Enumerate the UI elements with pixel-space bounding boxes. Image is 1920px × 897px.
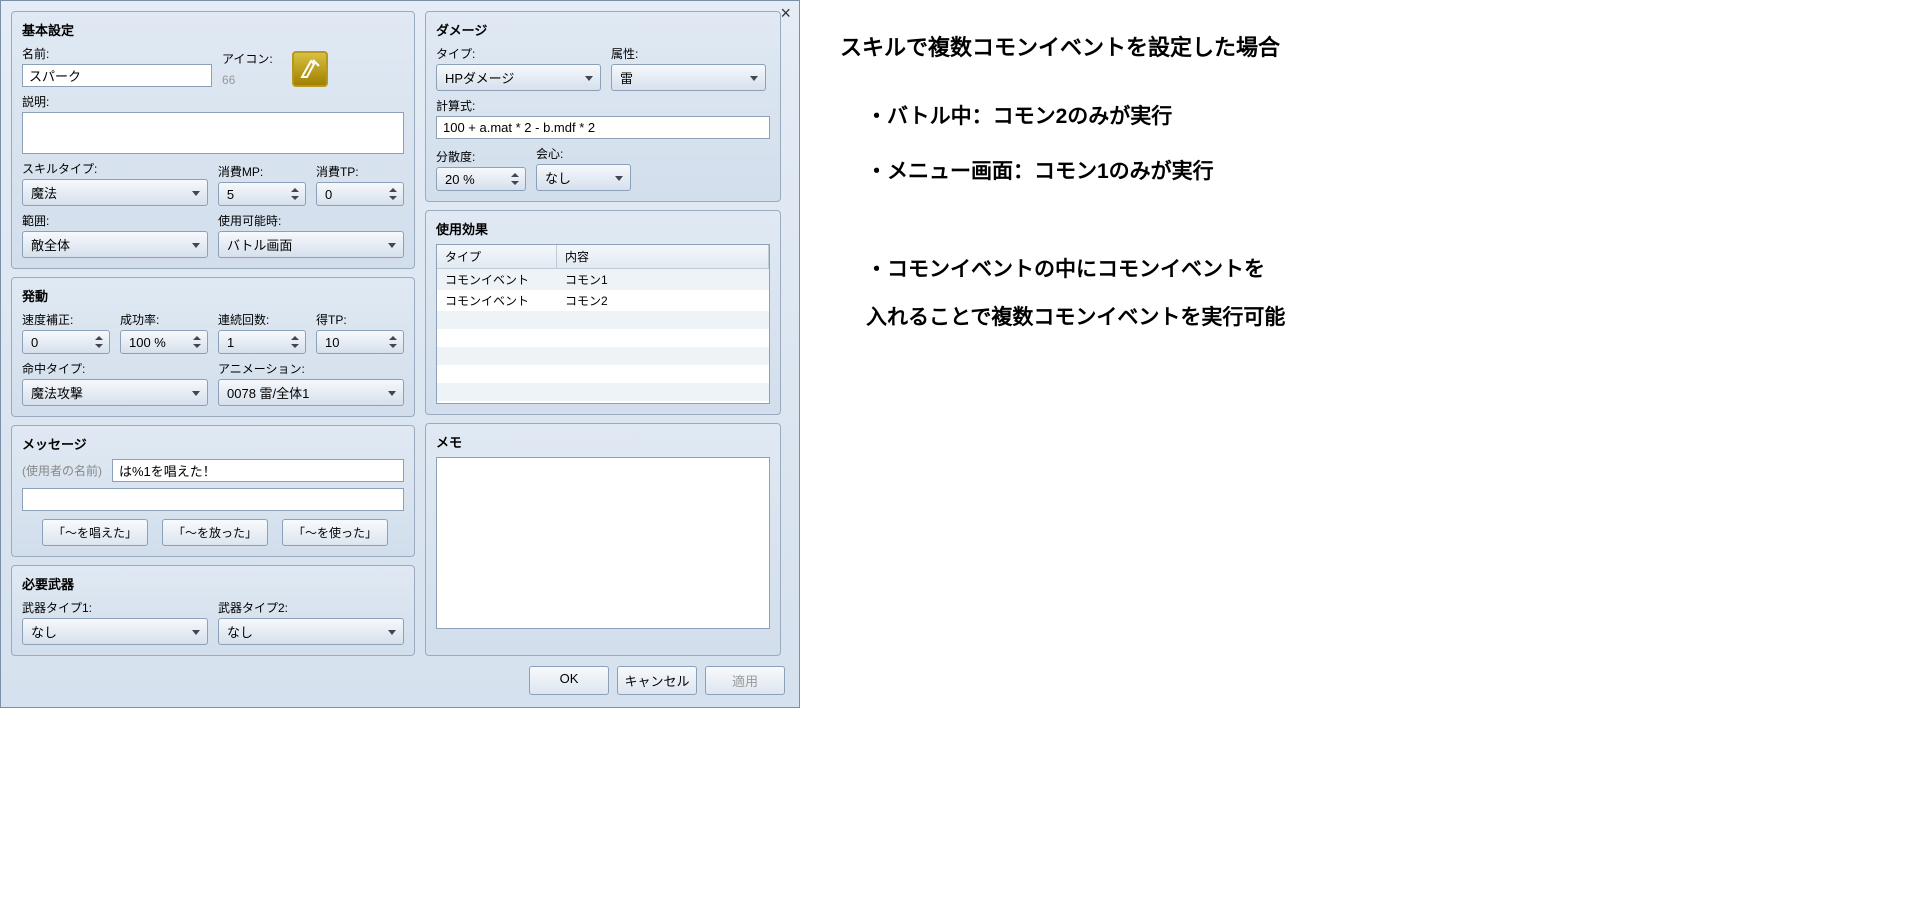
speed-spinner[interactable]: 0 bbox=[22, 330, 110, 354]
icon-label: アイコン: bbox=[222, 50, 282, 67]
apply-button[interactable]: 適用 bbox=[705, 666, 785, 695]
scope-label: 範囲: bbox=[22, 212, 208, 229]
success-spinner[interactable]: 100 % bbox=[120, 330, 208, 354]
table-row[interactable]: コモンイベントコモン2 bbox=[437, 290, 769, 311]
msg-preset-2-button[interactable]: 「〜を放った」 bbox=[162, 519, 268, 546]
notes-bullet-3-sub: 入れることで複数コモンイベントを実行可能 bbox=[840, 299, 1880, 337]
skilltype-select[interactable]: 魔法 bbox=[22, 179, 208, 206]
tp-label: 消費TP: bbox=[316, 163, 404, 180]
annotation-panel: スキルで複数コモンイベントを設定した場合 ・バトル中：コモン2のみが実行 ・メニ… bbox=[800, 0, 1920, 708]
w1-label: 武器タイプ1: bbox=[22, 599, 208, 616]
tpgain-label: 得TP: bbox=[316, 311, 404, 328]
icon-number: 66 bbox=[222, 73, 282, 87]
desc-input[interactable] bbox=[22, 112, 404, 154]
group-weapon: 必要武器 武器タイプ1: なし 武器タイプ2: なし bbox=[11, 565, 415, 656]
repeat-label: 連続回数: bbox=[218, 311, 306, 328]
dmgtype-label: タイプ: bbox=[436, 45, 601, 62]
ok-button[interactable]: OK bbox=[529, 666, 609, 695]
notes-heading: スキルで複数コモンイベントを設定した場合 bbox=[840, 28, 1880, 68]
skill-editor-dialog: × 基本設定 名前: アイコン: 66 bbox=[0, 0, 800, 708]
repeat-spinner[interactable]: 1 bbox=[218, 330, 306, 354]
msg-preset-3-button[interactable]: 「〜を使った」 bbox=[282, 519, 388, 546]
damage-title: ダメージ bbox=[436, 20, 770, 39]
w2-label: 武器タイプ2: bbox=[218, 599, 404, 616]
critical-label: 会心: bbox=[536, 145, 631, 162]
table-row-empty[interactable] bbox=[437, 365, 769, 383]
occasion-select[interactable]: バトル画面 bbox=[218, 231, 404, 258]
memo-input[interactable] bbox=[436, 457, 770, 629]
group-memo: メモ bbox=[425, 423, 781, 656]
element-select[interactable]: 雷 bbox=[611, 64, 766, 91]
table-row-empty[interactable] bbox=[437, 329, 769, 347]
hittype-select[interactable]: 魔法攻撃 bbox=[22, 379, 208, 406]
w2-select[interactable]: なし bbox=[218, 618, 404, 645]
variance-label: 分散度: bbox=[436, 148, 526, 165]
weapon-title: 必要武器 bbox=[22, 574, 404, 593]
table-row[interactable]: コモンイベントコモン1 bbox=[437, 269, 769, 290]
group-basic: 基本設定 名前: アイコン: 66 説明: bbox=[11, 11, 415, 269]
formula-label: 計算式: bbox=[436, 97, 770, 114]
name-input[interactable] bbox=[22, 64, 212, 87]
tpgain-spinner[interactable]: 10 bbox=[316, 330, 404, 354]
effects-table[interactable]: タイプ 内容 コモンイベントコモン1コモンイベントコモン2 bbox=[436, 244, 770, 404]
memo-title: メモ bbox=[436, 432, 770, 451]
scope-select[interactable]: 敵全体 bbox=[22, 231, 208, 258]
mp-spinner[interactable]: 5 bbox=[218, 182, 306, 206]
group-damage: ダメージ タイプ: HPダメージ 属性: 雷 計算式: bbox=[425, 11, 781, 202]
anim-label: アニメーション: bbox=[218, 360, 404, 377]
message-line1-input[interactable] bbox=[112, 459, 404, 482]
element-label: 属性: bbox=[611, 45, 766, 62]
w1-select[interactable]: なし bbox=[22, 618, 208, 645]
table-row-empty[interactable] bbox=[437, 311, 769, 329]
group-invoke: 発動 速度補正: 0 成功率: 100 % 連続回数: 1 bbox=[11, 277, 415, 417]
speed-label: 速度補正: bbox=[22, 311, 110, 328]
effects-col-type: タイプ bbox=[437, 245, 557, 268]
dmgtype-select[interactable]: HPダメージ bbox=[436, 64, 601, 91]
mp-label: 消費MP: bbox=[218, 163, 306, 180]
table-row-empty[interactable] bbox=[437, 347, 769, 365]
message-line2-input[interactable] bbox=[22, 488, 404, 511]
table-row-empty[interactable] bbox=[437, 401, 769, 404]
cancel-button[interactable]: キャンセル bbox=[617, 666, 697, 695]
notes-bullet-3: ・コモンイベントの中にコモンイベントを bbox=[840, 251, 1880, 289]
variance-spinner[interactable]: 20 % bbox=[436, 167, 526, 191]
desc-label: 説明: bbox=[22, 93, 404, 110]
group-message: メッセージ (使用者の名前) 「〜を唱えた」 「〜を放った」 「〜を使った」 bbox=[11, 425, 415, 557]
basic-title: 基本設定 bbox=[22, 20, 404, 39]
group-effects: 使用効果 タイプ 内容 コモンイベントコモン1コモンイベントコモン2 bbox=[425, 210, 781, 415]
tp-spinner[interactable]: 0 bbox=[316, 182, 404, 206]
notes-bullet-2: ・メニュー画面：コモン1のみが実行 bbox=[840, 153, 1880, 191]
skilltype-label: スキルタイプ: bbox=[22, 160, 208, 177]
effects-title: 使用効果 bbox=[436, 219, 770, 238]
message-title: メッセージ bbox=[22, 434, 404, 453]
formula-input[interactable] bbox=[436, 116, 770, 139]
critical-select[interactable]: なし bbox=[536, 164, 631, 191]
name-label: 名前: bbox=[22, 45, 212, 62]
dialog-footer: OK キャンセル 適用 bbox=[1, 656, 799, 707]
notes-bullet-1: ・バトル中：コモン2のみが実行 bbox=[840, 98, 1880, 136]
user-placeholder: (使用者の名前) bbox=[22, 462, 102, 479]
table-row-empty[interactable] bbox=[437, 383, 769, 401]
skill-icon[interactable] bbox=[292, 51, 328, 87]
close-icon[interactable]: × bbox=[780, 3, 791, 24]
msg-preset-1-button[interactable]: 「〜を唱えた」 bbox=[42, 519, 148, 546]
anim-select[interactable]: 0078 雷/全体1 bbox=[218, 379, 404, 406]
hittype-label: 命中タイプ: bbox=[22, 360, 208, 377]
effects-col-content: 内容 bbox=[557, 245, 769, 268]
occasion-label: 使用可能時: bbox=[218, 212, 404, 229]
success-label: 成功率: bbox=[120, 311, 208, 328]
invoke-title: 発動 bbox=[22, 286, 404, 305]
